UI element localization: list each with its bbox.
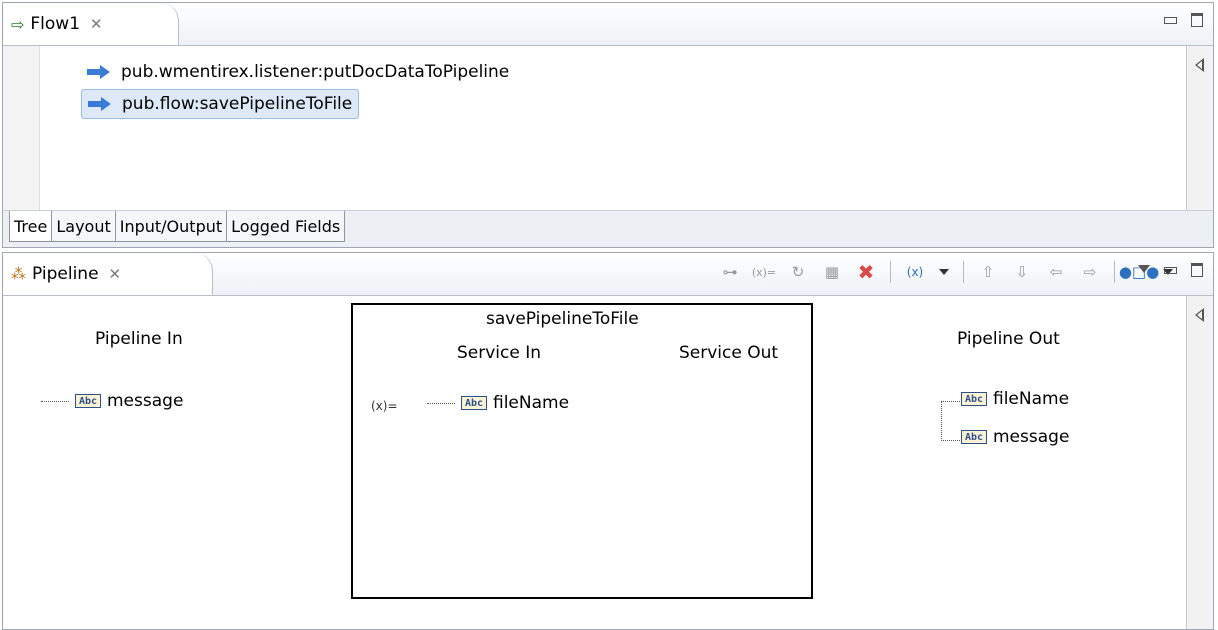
pipeline-pane-header: ⁂ Pipeline ✕ ⊶ (x)= ↻ ▦ ✖ (x) ⇧ ⇩ ⇦ ⇨ ●□…	[3, 253, 1213, 296]
link-icon[interactable]: ⊶	[720, 262, 740, 282]
shift-right-icon[interactable]: ⇨	[1080, 262, 1100, 282]
flow-pane-header: ⇨ Flow1 ✕	[3, 3, 1213, 46]
tab-pipeline-label: Pipeline	[32, 264, 99, 284]
flow-vertical-scrollbar[interactable]	[1186, 46, 1213, 211]
tree-gutter	[3, 46, 40, 211]
flow-editor-pane: ⇨ Flow1 ✕ pub.wmentirex.listener:putDocD…	[2, 2, 1214, 248]
service-in-variable[interactable]: Abc fileName	[427, 393, 569, 413]
tree-connector	[941, 401, 960, 441]
pipeline-out-variable[interactable]: Abc message	[961, 427, 1069, 447]
service-out-title: Service Out	[679, 343, 779, 363]
map-tree-icon[interactable]: ▦	[822, 262, 842, 282]
pipeline-vertical-scrollbar[interactable]	[1186, 296, 1213, 629]
tab-input-output[interactable]: Input/Output	[115, 211, 228, 242]
variable-name: fileName	[993, 389, 1070, 409]
collapse-left-icon[interactable]	[1195, 308, 1204, 322]
flow-window-controls	[1164, 13, 1203, 27]
close-icon[interactable]: ✕	[90, 15, 103, 33]
pipeline-view-pane: ⁂ Pipeline ✕ ⊶ (x)= ↻ ▦ ✖ (x) ⇧ ⇩ ⇦ ⇨ ●□…	[2, 252, 1214, 630]
string-type-icon: Abc	[961, 430, 987, 444]
toolbar-separator	[963, 261, 964, 283]
flow-service-icon: ⇨	[11, 14, 25, 34]
maximize-icon[interactable]	[1191, 263, 1203, 277]
tab-flow1-label: Flow1	[30, 14, 81, 34]
pipeline-icon: ⁂	[11, 265, 26, 283]
variable-name: message	[993, 427, 1070, 447]
minimize-icon[interactable]	[1164, 17, 1177, 24]
flow-step-tree: pub.wmentirex.listener:putDocDataToPipel…	[39, 51, 1185, 211]
pipeline-toolbar: ⊶ (x)= ↻ ▦ ✖ (x) ⇧ ⇩ ⇦ ⇨ ●□●	[720, 260, 1173, 284]
tab-flow1[interactable]: ⇨ Flow1 ✕	[3, 3, 179, 45]
maximize-icon[interactable]	[1191, 13, 1203, 27]
pipeline-window-controls	[1138, 263, 1203, 277]
delete-icon[interactable]: ✖	[856, 260, 876, 284]
variable-name: fileName	[493, 393, 570, 413]
flow-bottom-tabs: Tree Layout Input/Output Logged Fields	[3, 210, 1213, 247]
close-icon[interactable]: ✕	[109, 265, 122, 283]
tab-logged-fields[interactable]: Logged Fields	[227, 211, 346, 242]
flow-step-item[interactable]: pub.wmentirex.listener:putDocDataToPipel…	[81, 57, 515, 87]
refresh-icon[interactable]: ↻	[788, 262, 808, 282]
tab-layout[interactable]: Layout	[52, 211, 116, 242]
tree-connector	[427, 402, 455, 404]
flow-step-label: pub.flow:savePipelineToFile	[122, 94, 353, 114]
shift-down-icon[interactable]: ⇩	[1012, 262, 1032, 282]
set-value-icon[interactable]: (x)=	[371, 399, 398, 413]
string-type-icon: Abc	[961, 392, 987, 406]
flow-step-item-selected[interactable]: pub.flow:savePipelineToFile	[81, 89, 360, 119]
view-menu-icon[interactable]	[1138, 265, 1150, 273]
tab-tree[interactable]: Tree	[9, 211, 53, 242]
service-in-title: Service In	[457, 343, 542, 363]
toolbar-separator	[890, 261, 891, 283]
chevron-down-icon[interactable]	[939, 269, 949, 275]
insert-variable-icon[interactable]: (x)	[905, 262, 925, 282]
invoke-arrow-icon	[87, 65, 111, 79]
shift-left-icon[interactable]: ⇦	[1046, 262, 1066, 282]
flow-step-label: pub.wmentirex.listener:putDocDataToPipel…	[121, 62, 510, 82]
minimize-icon[interactable]	[1164, 267, 1177, 274]
shift-up-icon[interactable]: ⇧	[978, 262, 998, 282]
string-type-icon: Abc	[75, 394, 101, 408]
string-type-icon: Abc	[461, 396, 487, 410]
tab-pipeline[interactable]: ⁂ Pipeline ✕	[3, 253, 213, 295]
service-name: savePipelineToFile	[486, 309, 639, 329]
pipeline-out-variable[interactable]: Abc fileName	[961, 389, 1069, 409]
tree-connector	[41, 400, 69, 402]
collapse-left-icon[interactable]	[1195, 58, 1204, 72]
toolbar-separator	[1114, 261, 1115, 283]
variable-name: message	[107, 391, 184, 411]
pipeline-in-variable[interactable]: Abc message	[41, 391, 183, 411]
pipeline-out-title: Pipeline Out	[957, 329, 1060, 349]
map-set-value-icon[interactable]: (x)=	[752, 262, 776, 282]
invoke-arrow-icon	[88, 97, 112, 111]
pipeline-in-title: Pipeline In	[95, 329, 183, 349]
